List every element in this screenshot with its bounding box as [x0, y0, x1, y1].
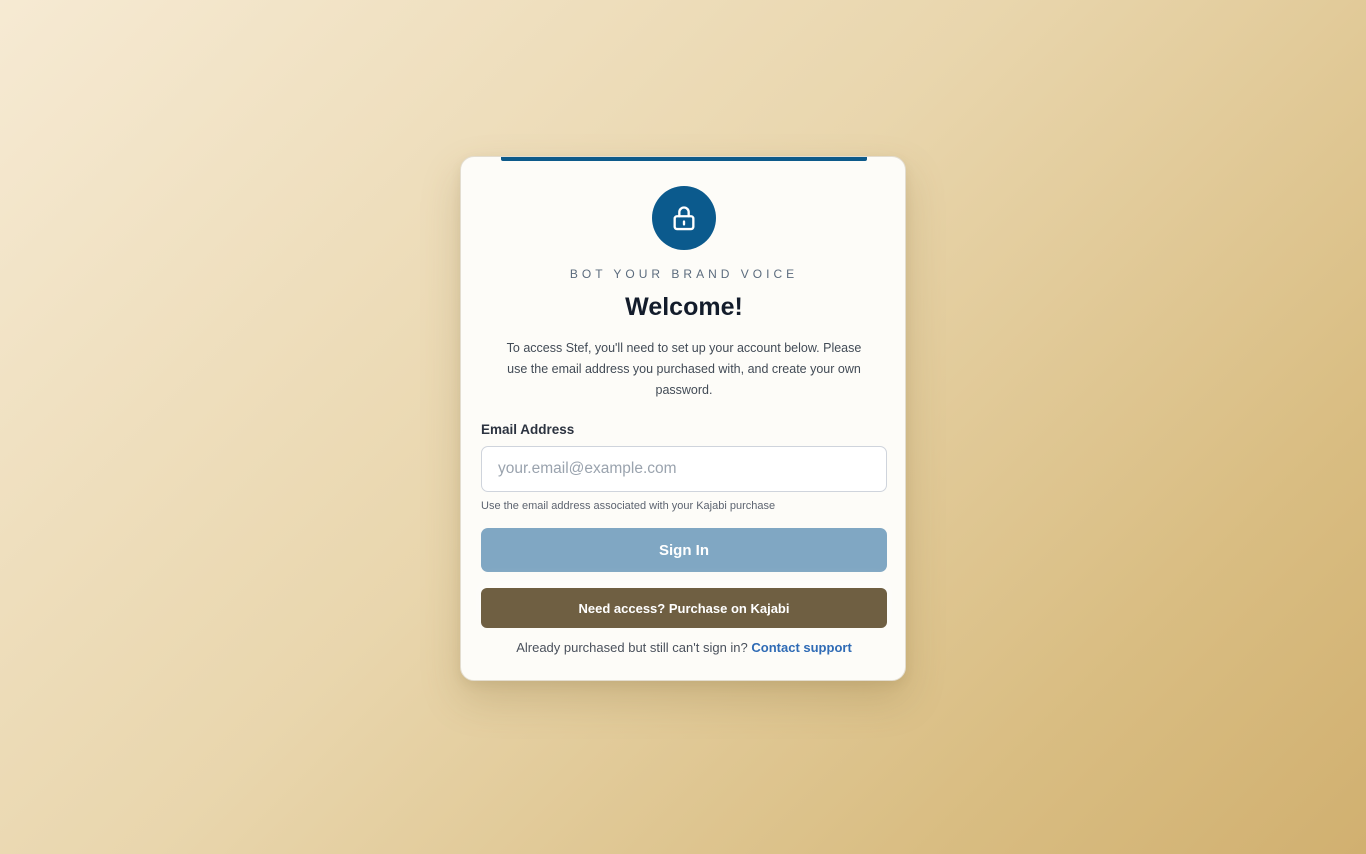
email-hint: Use the email address associated with yo…: [481, 500, 776, 512]
card-top-accent-bar: [501, 157, 867, 161]
lock-badge: [652, 186, 716, 250]
email-label: Email Address: [481, 422, 575, 437]
contact-support-link[interactable]: Contact support: [751, 640, 851, 655]
welcome-description: To access Stef, you'll need to set up yo…: [506, 341, 862, 397]
purchase-on-kajabi-button[interactable]: Need access? Purchase on Kajabi: [481, 588, 887, 628]
support-prompt: Already purchased but still can't sign i…: [516, 640, 748, 655]
lock-icon: [673, 206, 695, 231]
support-line: Already purchased but still can't sign i…: [461, 640, 907, 655]
sign-in-button[interactable]: Sign In: [481, 528, 887, 572]
brand-tagline: BOT YOUR BRAND VOICE: [569, 267, 799, 281]
email-field[interactable]: [481, 446, 887, 492]
login-card: BOT YOUR BRAND VOICE Welcome! To access …: [460, 156, 906, 681]
page-title: Welcome!: [625, 293, 743, 321]
